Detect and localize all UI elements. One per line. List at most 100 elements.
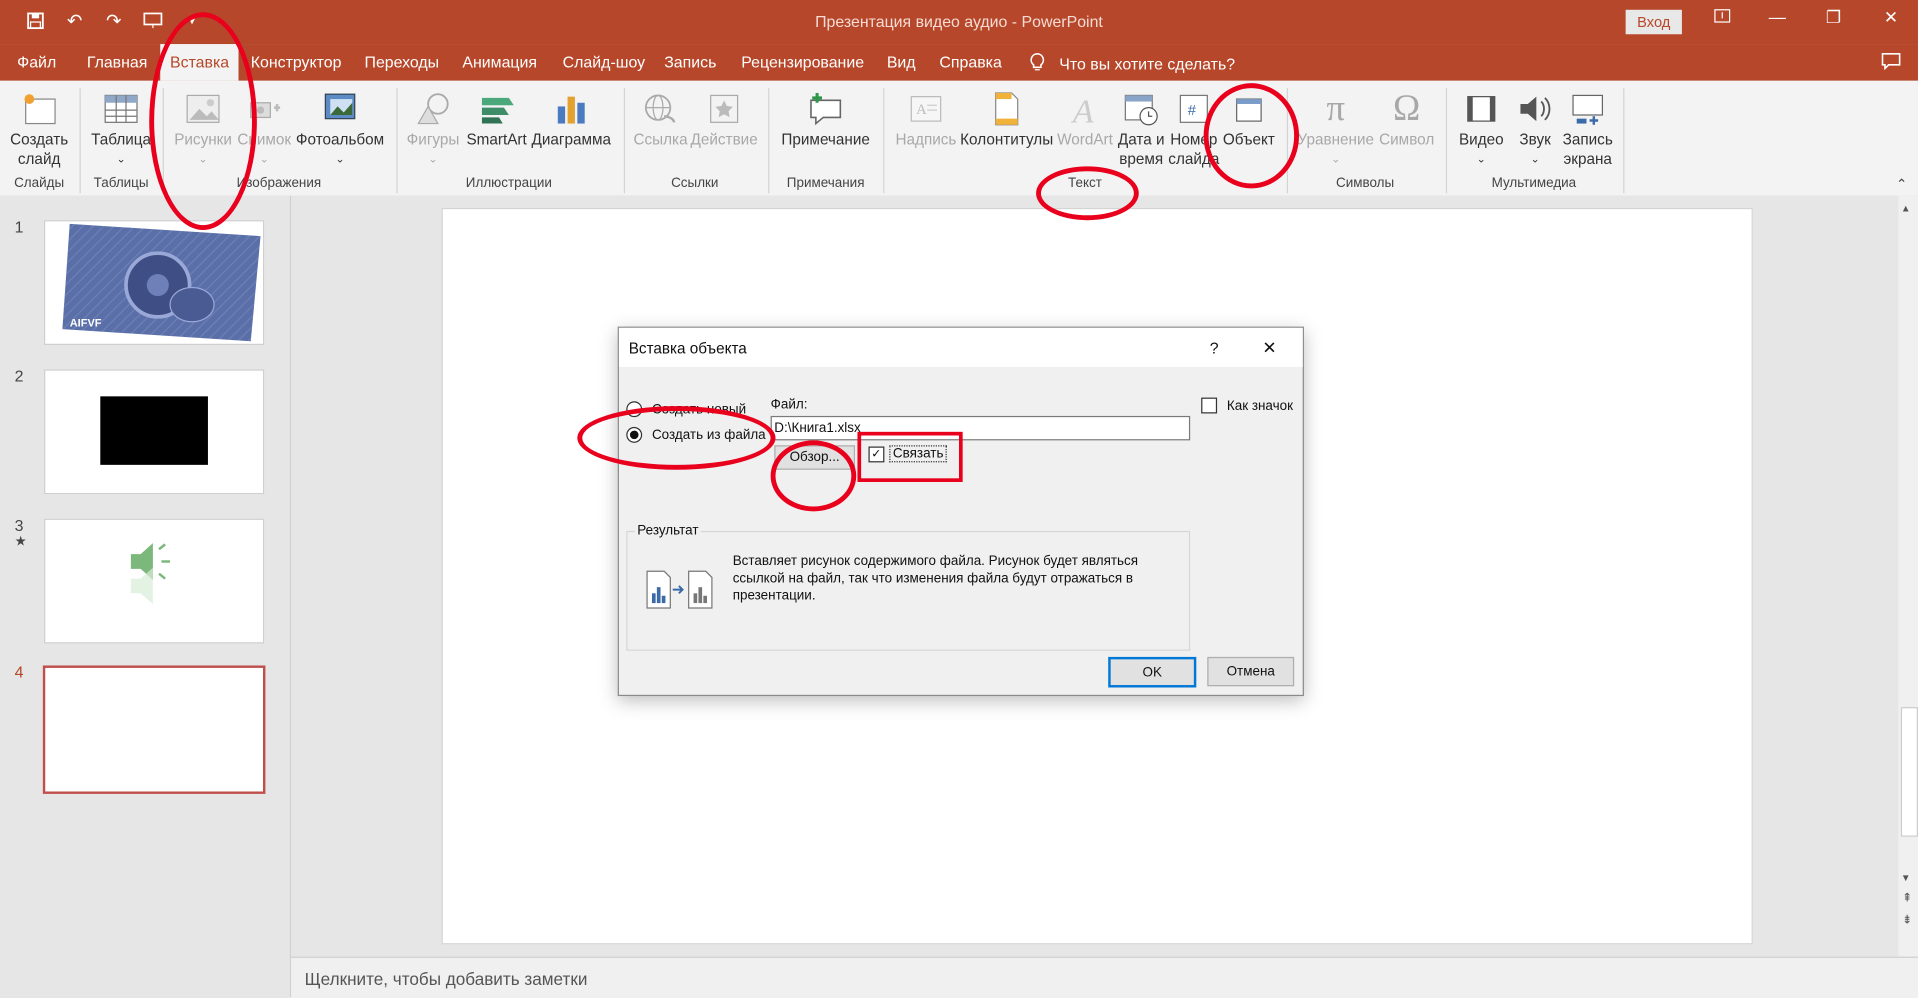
header-footer-button[interactable]: Колонтитулы xyxy=(959,88,1054,149)
slide-number: 3 xyxy=(14,516,24,535)
link-checkbox[interactable]: ✓ Связать xyxy=(868,445,948,463)
link-button[interactable]: Ссылка xyxy=(631,88,690,149)
audio-speaker-icon xyxy=(128,539,177,631)
file-label: Файл: xyxy=(770,397,808,413)
comment-button[interactable]: Примечание xyxy=(778,88,873,149)
smartart-icon xyxy=(465,88,529,130)
radio-unchecked xyxy=(626,401,643,418)
equation-button[interactable]: π Уравнение ⌄ xyxy=(1294,88,1377,169)
comments-icon[interactable] xyxy=(1881,53,1901,74)
globe-link-icon xyxy=(631,88,690,130)
group-media-label: Мультимедиа xyxy=(1491,176,1577,191)
omega-icon: Ω xyxy=(1393,88,1421,129)
tab-slideshow[interactable]: Слайд-шоу xyxy=(563,53,645,71)
previous-slide-icon[interactable]: ⇞ xyxy=(1902,892,1912,904)
group-tables-label: Таблицы xyxy=(93,176,149,191)
dialog-titlebar: Вставка объекта ? ✕ xyxy=(618,327,1303,367)
slide-thumbnail-3[interactable] xyxy=(44,518,265,644)
collapse-ribbon-icon[interactable]: ⌃ xyxy=(1896,176,1907,192)
radio-create-new[interactable]: Создать новый xyxy=(626,401,746,418)
shapes-button[interactable]: Фигуры ⌄ xyxy=(404,88,463,169)
display-as-icon-checkbox[interactable]: Как значок xyxy=(1201,397,1293,414)
next-slide-icon[interactable]: ⇟ xyxy=(1902,914,1912,926)
tab-view[interactable]: Вид xyxy=(887,53,916,71)
group-illustrations-label: Иллюстрации xyxy=(465,176,552,191)
close-window-icon[interactable]: ✕ xyxy=(1879,7,1903,28)
chart-button[interactable]: Диаграмма xyxy=(528,88,614,149)
slide-number: 4 xyxy=(14,663,24,682)
ribbon-display-options-icon[interactable] xyxy=(1710,7,1734,27)
help-button[interactable]: ? xyxy=(1210,339,1219,357)
scroll-up-icon[interactable]: ▲ xyxy=(1901,203,1911,214)
animation-star-icon: ★ xyxy=(14,534,27,550)
photo-album-icon xyxy=(294,88,387,130)
textbox-button[interactable]: A Надпись xyxy=(893,88,959,149)
dialog-close-button[interactable]: ✕ xyxy=(1262,338,1276,359)
datetime-button[interactable]: Дата и время xyxy=(1116,88,1167,169)
slide-thumbnail-1[interactable]: AIFVF xyxy=(44,220,265,345)
bar-chart-icon xyxy=(528,88,614,130)
speaker-icon xyxy=(1509,88,1560,130)
result-groupbox: Результат Вставляет рисунок содержимого … xyxy=(626,523,1191,651)
group-slides-label: Слайды xyxy=(14,176,65,191)
screenshot-button[interactable]: Снимок ⌄ xyxy=(235,88,294,169)
slide-thumbnail-2[interactable] xyxy=(44,369,265,495)
smartart-button[interactable]: SmartArt xyxy=(465,88,529,149)
cancel-button[interactable]: Отмена xyxy=(1207,656,1295,687)
sign-in-button[interactable]: Вход xyxy=(1625,9,1682,35)
screen-recording-button[interactable]: Запись экрана xyxy=(1561,88,1615,169)
action-button[interactable]: Действие xyxy=(690,88,758,149)
tab-help[interactable]: Справка xyxy=(939,53,1001,71)
textbox-icon: A xyxy=(893,88,959,130)
header-footer-icon xyxy=(959,88,1054,130)
notes-pane[interactable]: Щелкните, чтобы добавить заметки xyxy=(291,956,1918,998)
slide-thumbnail-4-selected[interactable] xyxy=(42,665,266,794)
restore-icon[interactable]: ❐ xyxy=(1821,7,1845,28)
tab-transitions[interactable]: Переходы xyxy=(365,53,440,71)
radio-checked xyxy=(626,426,643,443)
wordart-icon: A xyxy=(1054,88,1115,130)
tab-home[interactable]: Главная xyxy=(87,53,148,71)
thumbnail-text: AIFVF xyxy=(69,316,102,330)
pi-icon: π xyxy=(1326,88,1346,129)
scroll-down-icon[interactable]: ▼ xyxy=(1901,872,1911,883)
vertical-scrollbar[interactable]: ▲ ▼ ⇞ ⇟ xyxy=(1898,195,1918,957)
tab-animations[interactable]: Анимация xyxy=(462,53,537,71)
group-text-label: Текст xyxy=(1068,176,1102,191)
tell-me-search[interactable]: Что вы хотите сделать? xyxy=(1030,53,1235,76)
result-description: Вставляет рисунок содержимого файла. Рис… xyxy=(732,554,1139,604)
ribbon: Создать слайд Слайды Таблица ⌄ Таблицы Р… xyxy=(0,80,1918,197)
photo-album-button[interactable]: Фотоальбом ⌄ xyxy=(294,88,387,169)
table-button[interactable]: Таблица ⌄ xyxy=(86,88,157,169)
svg-text:A: A xyxy=(916,102,927,118)
symbol-button[interactable]: Ω Символ xyxy=(1377,88,1436,149)
checkbox-checked-icon: ✓ xyxy=(868,445,885,462)
slide-number: 1 xyxy=(14,217,24,237)
table-icon xyxy=(86,88,157,130)
object-button[interactable]: Объект xyxy=(1221,88,1277,149)
result-label: Результат xyxy=(634,523,701,539)
scrollbar-thumb[interactable] xyxy=(1900,707,1918,837)
object-icon xyxy=(1221,88,1277,130)
radio-create-from-file[interactable]: Создать из файла xyxy=(626,426,766,443)
group-links-label: Ссылки xyxy=(671,176,719,191)
tab-file[interactable]: Файл xyxy=(17,53,56,71)
file-path-input[interactable]: D:\Книга1.xlsx xyxy=(770,415,1191,441)
tab-review[interactable]: Рецензирование xyxy=(741,53,864,71)
pictures-button[interactable]: Рисунки ⌄ xyxy=(171,88,235,169)
browse-button[interactable]: Обзор... xyxy=(774,445,856,470)
video-button[interactable]: Видео ⌄ xyxy=(1453,88,1509,169)
chevron-down-icon: ⌄ xyxy=(116,152,126,166)
tab-design[interactable]: Конструктор xyxy=(251,53,342,71)
tab-record[interactable]: Запись xyxy=(664,53,716,71)
slide-number-icon: # xyxy=(1167,88,1221,130)
tab-insert[interactable]: Вставка xyxy=(160,44,239,81)
new-slide-icon xyxy=(7,88,71,130)
slide-number-button[interactable]: # Номер слайда xyxy=(1167,88,1221,169)
audio-button[interactable]: Звук ⌄ xyxy=(1509,88,1560,169)
new-slide-button[interactable]: Создать слайд xyxy=(7,88,71,169)
wordart-button[interactable]: A WordArt xyxy=(1054,88,1115,149)
ok-button[interactable]: OK xyxy=(1108,656,1197,688)
calendar-clock-icon xyxy=(1116,88,1167,130)
minimize-icon[interactable]: — xyxy=(1765,7,1789,27)
